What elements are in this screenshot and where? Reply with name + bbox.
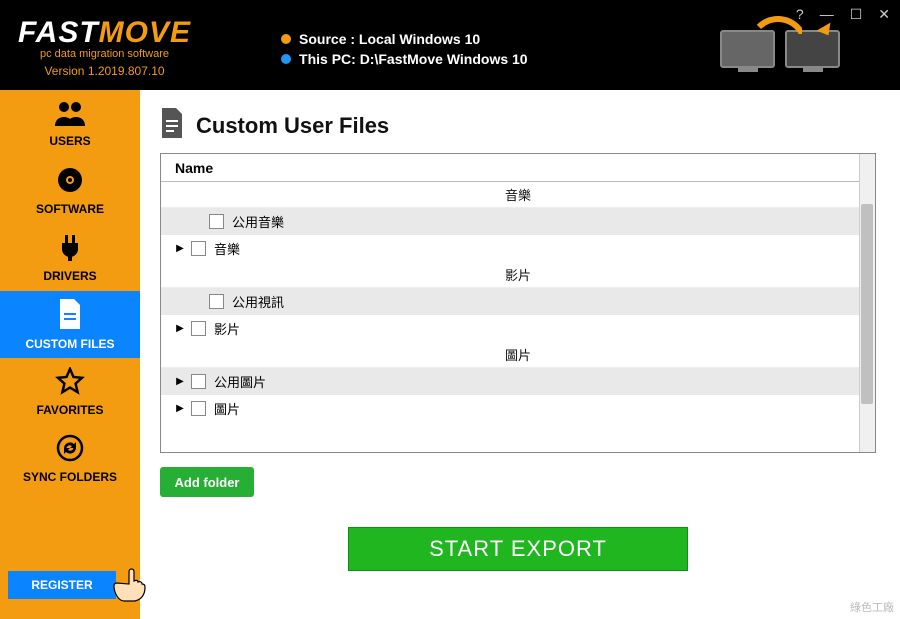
category-music: 音樂	[161, 182, 875, 208]
maximize-button[interactable]: ☐	[850, 6, 863, 23]
logo-tagline: pc data migration software	[18, 48, 191, 60]
sidebar-item-label: USERS	[49, 134, 90, 148]
sync-icon	[56, 434, 84, 467]
sidebar-item-label: CUSTOM FILES	[25, 337, 114, 351]
checkbox[interactable]	[209, 294, 224, 309]
version-label: Version 1.2019.807.10	[18, 64, 191, 78]
logo-text-move: MOVE	[99, 16, 191, 50]
star-icon	[55, 367, 85, 400]
checkbox[interactable]	[191, 321, 206, 336]
file-icon	[58, 299, 82, 334]
plug-icon	[56, 233, 84, 266]
main-panel: Custom User Files Name 音樂 公用音樂 ▶ 音樂 影片 公…	[140, 90, 900, 619]
page-title: Custom User Files	[196, 113, 389, 139]
list-item[interactable]: 公用視訊	[161, 288, 875, 315]
checkbox[interactable]	[191, 241, 206, 256]
help-button[interactable]: ?	[796, 6, 804, 23]
category-pictures: 圖片	[161, 342, 875, 368]
add-folder-label: Add folder	[175, 475, 240, 490]
item-label: 公用圖片	[214, 372, 266, 391]
list-item[interactable]: 公用音樂	[161, 208, 875, 235]
sidebar-item-custom-files[interactable]: CUSTOM FILES	[0, 291, 140, 358]
transfer-illustration	[720, 20, 840, 75]
disc-icon	[56, 166, 84, 199]
sidebar-item-sync-folders[interactable]: SYNC FOLDERS	[0, 425, 140, 492]
window-controls: ? — ☐ ✕	[796, 6, 890, 23]
item-label: 影片	[214, 319, 240, 338]
start-export-button[interactable]: START EXPORT	[348, 527, 688, 571]
users-icon	[55, 100, 85, 131]
file-list: Name 音樂 公用音樂 ▶ 音樂 影片 公用視訊 ▶ 影片	[160, 153, 876, 453]
sidebar-item-label: SOFTWARE	[36, 202, 104, 216]
expander-icon[interactable]: ▶	[173, 403, 187, 414]
source-dot-icon	[281, 34, 291, 44]
source-label: Source : Local Windows 10	[299, 31, 480, 47]
list-item[interactable]: ▶ 圖片	[161, 395, 875, 422]
item-label: 公用音樂	[232, 212, 284, 231]
sidebar-item-drivers[interactable]: DRIVERS	[0, 224, 140, 291]
sidebar-item-software[interactable]: SOFTWARE	[0, 157, 140, 224]
watermark: 綠色工廠	[850, 599, 894, 615]
sidebar-item-favorites[interactable]: FAVORITES	[0, 358, 140, 425]
checkbox[interactable]	[191, 374, 206, 389]
list-item[interactable]: ▶ 音樂	[161, 235, 875, 262]
register-label: REGISTER	[31, 578, 92, 592]
sidebar-item-users[interactable]: USERS	[0, 90, 140, 157]
checkbox[interactable]	[191, 401, 206, 416]
minimize-button[interactable]: —	[820, 6, 834, 23]
sidebar: USERS SOFTWARE DRIVERS CUSTOM FILES FAVO	[0, 90, 140, 619]
expander-icon[interactable]: ▶	[173, 376, 187, 387]
add-folder-button[interactable]: Add folder	[160, 467, 254, 497]
item-label: 公用視訊	[232, 292, 284, 311]
source-info: Source : Local Windows 10 This PC: D:\Fa…	[281, 29, 528, 69]
scrollbar[interactable]	[859, 154, 875, 452]
list-item[interactable]: ▶ 影片	[161, 315, 875, 342]
list-item[interactable]: ▶ 公用圖片	[161, 368, 875, 395]
item-label: 音樂	[214, 239, 240, 258]
logo-text-fast: FAST	[18, 16, 99, 50]
sidebar-item-label: FAVORITES	[36, 403, 103, 417]
item-label: 圖片	[214, 399, 240, 418]
sidebar-item-label: SYNC FOLDERS	[23, 470, 117, 484]
file-page-icon	[160, 108, 184, 143]
register-button[interactable]: REGISTER	[8, 571, 116, 599]
app-header: FASTMOVE pc data migration software Vers…	[0, 0, 900, 90]
thispc-dot-icon	[281, 54, 291, 64]
sidebar-item-label: DRIVERS	[43, 269, 96, 283]
column-header-name[interactable]: Name	[161, 154, 875, 182]
app-logo: FASTMOVE pc data migration software Vers…	[18, 16, 191, 78]
thispc-label: This PC: D:\FastMove Windows 10	[299, 51, 528, 67]
start-export-label: START EXPORT	[429, 536, 607, 562]
scrollbar-thumb[interactable]	[861, 204, 873, 404]
close-button[interactable]: ✕	[878, 6, 890, 23]
expander-icon[interactable]: ▶	[173, 323, 187, 334]
checkbox[interactable]	[209, 214, 224, 229]
expander-icon[interactable]: ▶	[173, 243, 187, 254]
category-video: 影片	[161, 262, 875, 288]
